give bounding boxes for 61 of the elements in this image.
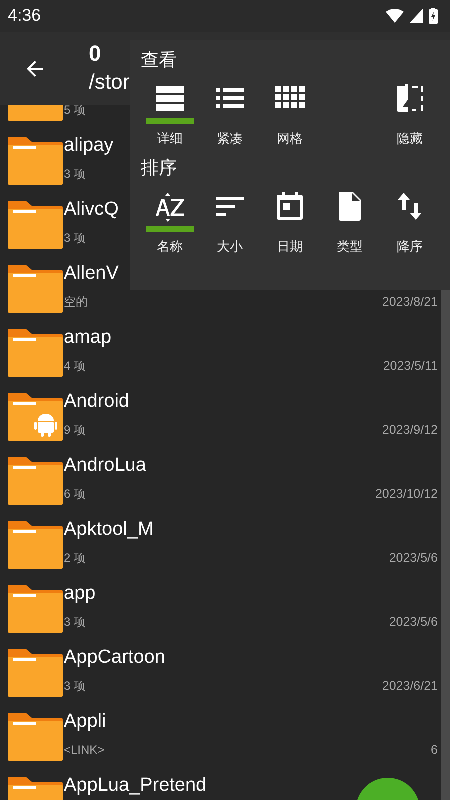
modified-date: 2023/10/12 bbox=[375, 487, 438, 501]
section-title: 排序 bbox=[140, 157, 177, 180]
folder-icon bbox=[8, 585, 63, 633]
item-count: 3 项 bbox=[64, 230, 86, 246]
item-count: 空的 bbox=[64, 294, 88, 310]
modified-date: 2023/8/21 bbox=[382, 295, 438, 309]
selection-indicator bbox=[146, 226, 194, 232]
modified-date: 6 bbox=[431, 743, 438, 757]
menu-option[interactable]: 大小 bbox=[200, 184, 260, 256]
item-count: 3 项 bbox=[64, 166, 86, 182]
menu-option[interactable]: 隐藏 bbox=[380, 76, 440, 148]
modified-date: 2023/6/21 bbox=[382, 679, 438, 693]
modified-date: 2023/9/12 bbox=[382, 423, 438, 437]
file-name: AllenV bbox=[64, 262, 119, 286]
file-name: alipay bbox=[64, 134, 114, 158]
clock-time: 4:36 bbox=[8, 6, 42, 26]
item-count: 2 项 bbox=[64, 550, 86, 566]
folder-icon bbox=[8, 521, 63, 569]
modified-date: 2023/5/11 bbox=[383, 359, 438, 373]
folder-icon bbox=[8, 201, 63, 249]
item-count: 3 项 bbox=[64, 614, 86, 630]
calendar-icon bbox=[274, 190, 306, 222]
scrollbar[interactable] bbox=[441, 290, 450, 800]
signal-icon bbox=[410, 9, 423, 23]
folder-icon bbox=[8, 329, 63, 377]
menu-option[interactable]: 详细 bbox=[140, 76, 200, 148]
folder-icon bbox=[8, 265, 63, 313]
selection-indicator bbox=[146, 118, 194, 124]
file-name: AppCartoon bbox=[64, 646, 166, 670]
item-count: 3 项 bbox=[64, 678, 86, 694]
menu-option[interactable]: 网格 bbox=[260, 76, 320, 148]
folder-icon bbox=[8, 457, 63, 505]
wifi-icon bbox=[386, 9, 404, 23]
menu-option[interactable]: 名称 bbox=[140, 184, 200, 256]
file-name: Android bbox=[64, 390, 130, 414]
item-count: 6 项 bbox=[64, 486, 86, 502]
item-count: <LINK> bbox=[64, 743, 105, 757]
modified-date: 2023/5/6 bbox=[389, 615, 438, 629]
file-name: AppLua_Pretend bbox=[64, 774, 207, 798]
menu-option[interactable]: 紧凑 bbox=[200, 76, 260, 148]
selection-count: 0 bbox=[89, 40, 102, 68]
file-name: AlivcQ bbox=[64, 198, 119, 222]
folder-path: /stor bbox=[89, 70, 130, 96]
section-title: 查看 bbox=[140, 49, 177, 72]
menu-option[interactable]: 降序 bbox=[380, 184, 440, 256]
file-name: app bbox=[64, 582, 96, 606]
android-folder-icon bbox=[8, 393, 63, 441]
folder-icon bbox=[8, 137, 63, 185]
folder-icon bbox=[8, 649, 63, 697]
item-count: 4 项 bbox=[64, 358, 86, 374]
file-name: AndroLua bbox=[64, 454, 146, 478]
menu-option[interactable]: 日期 bbox=[260, 184, 320, 256]
menu-option[interactable]: 类型 bbox=[320, 184, 380, 256]
item-count: 9 项 bbox=[64, 422, 86, 438]
file-name: Apktool_M bbox=[64, 518, 154, 542]
file-name: Appli bbox=[64, 710, 106, 734]
hidden-files-icon bbox=[394, 82, 426, 114]
folder-icon bbox=[8, 713, 63, 761]
modified-date: 2023/5/6 bbox=[389, 551, 438, 565]
battery-icon bbox=[429, 8, 438, 24]
file-name: amap bbox=[64, 326, 112, 350]
